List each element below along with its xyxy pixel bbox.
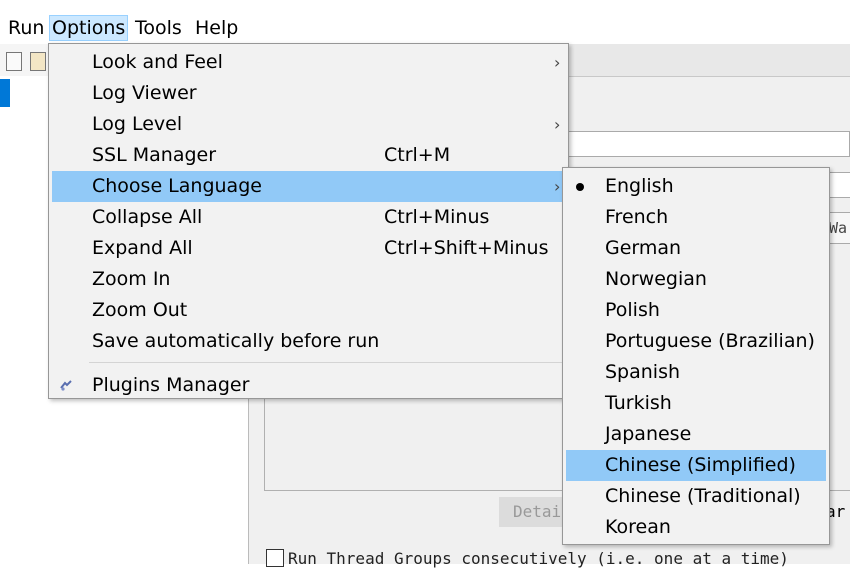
detail-button[interactable]: Detai [499,497,569,527]
language-item-label: Chinese (Simplified) [605,454,796,476]
menu-item-label: Log Viewer [92,82,197,104]
language-item-english[interactable]: English [566,171,826,202]
language-item-spanish[interactable]: Spanish [566,357,826,388]
language-item-label: Portuguese (Brazilian) [605,330,815,352]
menu-item-zoom-in[interactable]: Zoom In [52,264,565,295]
menu-item-plugins-manager[interactable]: Plugins Manager [52,370,565,401]
language-item-label: Japanese [605,423,692,445]
warning-button-label: Wa [829,219,848,237]
language-item-label: Spanish [605,361,681,383]
language-item-label: Chinese (Traditional) [605,485,801,507]
menu-item-choose-language[interactable]: Choose Language › [52,171,565,202]
language-item-label: English [605,175,674,197]
menu-item-label: Zoom Out [92,299,188,321]
name-field[interactable] [566,131,850,157]
language-item-korean[interactable]: Korean [566,512,826,543]
menu-item-log-viewer[interactable]: Log Viewer [52,78,565,109]
tree-selected-node[interactable] [0,79,10,107]
panel-header [560,44,850,77]
submenu-arrow-icon: › [554,115,561,134]
run-thread-groups-row[interactable]: Run Thread Groups consecutively (i.e. on… [266,549,789,569]
menu-item-label: Save automatically before run [92,330,380,352]
menu-item-label: Zoom In [92,268,171,290]
radio-selected-icon [576,183,584,191]
menu-help[interactable]: Help [193,15,240,41]
menu-item-ssl-manager[interactable]: SSL Manager Ctrl+M [52,140,565,171]
menu-item-label: Collapse All [92,206,203,228]
detail-button-label: Detai [513,502,562,521]
language-item-chinese-traditional[interactable]: Chinese (Traditional) [566,481,826,512]
menu-item-save-automatically[interactable]: Save automatically before run [52,326,565,357]
language-item-french[interactable]: French [566,202,826,233]
menu-item-label: Look and Feel [92,51,223,73]
language-item-norwegian[interactable]: Norwegian [566,264,826,295]
menu-item-collapse-all[interactable]: Collapse All Ctrl+Minus [52,202,565,233]
menu-options[interactable]: Options [49,15,129,41]
menu-item-look-and-feel[interactable]: Look and Feel › [52,47,565,78]
language-item-japanese[interactable]: Japanese [566,419,826,450]
options-menu: Look and Feel › Log Viewer Log Level › S… [48,43,569,399]
menu-bar: Run Options Tools Help [0,13,850,43]
paste-icon[interactable] [30,52,46,71]
menu-item-label: Plugins Manager [92,374,250,396]
menu-item-zoom-out[interactable]: Zoom Out [52,295,565,326]
language-item-label: Norwegian [605,268,707,290]
menu-item-label: SSL Manager [92,144,217,166]
menu-item-shortcut: Ctrl+Shift+Minus [384,237,549,259]
run-thread-groups-label: Run Thread Groups consecutively (i.e. on… [288,549,789,568]
language-item-label: German [605,237,682,259]
language-item-portuguese-brazilian[interactable]: Portuguese (Brazilian) [566,326,826,357]
menu-item-label: Choose Language [92,175,262,197]
menu-item-label: Log Level [92,113,183,135]
run-thread-groups-checkbox[interactable] [266,549,284,567]
menu-item-shortcut: Ctrl+Minus [384,206,490,228]
language-item-polish[interactable]: Polish [566,295,826,326]
language-item-german[interactable]: German [566,233,826,264]
menu-item-shortcut: Ctrl+M [384,144,451,166]
variables-table-edge [828,270,850,490]
menu-tools[interactable]: Tools [133,15,184,41]
plugins-icon [60,380,72,391]
submenu-arrow-icon: › [554,53,561,72]
copy-icon[interactable] [6,52,22,71]
language-item-label: Turkish [605,392,672,414]
menu-item-label: Expand All [92,237,193,259]
language-item-label: French [605,206,669,228]
language-item-label: Korean [605,516,671,538]
language-item-label: Polish [605,299,660,321]
menu-item-log-level[interactable]: Log Level › [52,109,565,140]
language-item-chinese-simplified[interactable]: Chinese (Simplified) [566,450,826,481]
menu-item-expand-all[interactable]: Expand All Ctrl+Shift+Minus [52,233,565,264]
language-item-turkish[interactable]: Turkish [566,388,826,419]
menu-separator [89,362,564,363]
menu-run[interactable]: Run [6,15,46,41]
submenu-arrow-icon: › [554,177,561,196]
language-submenu: English French German Norwegian Polish P… [562,167,830,545]
